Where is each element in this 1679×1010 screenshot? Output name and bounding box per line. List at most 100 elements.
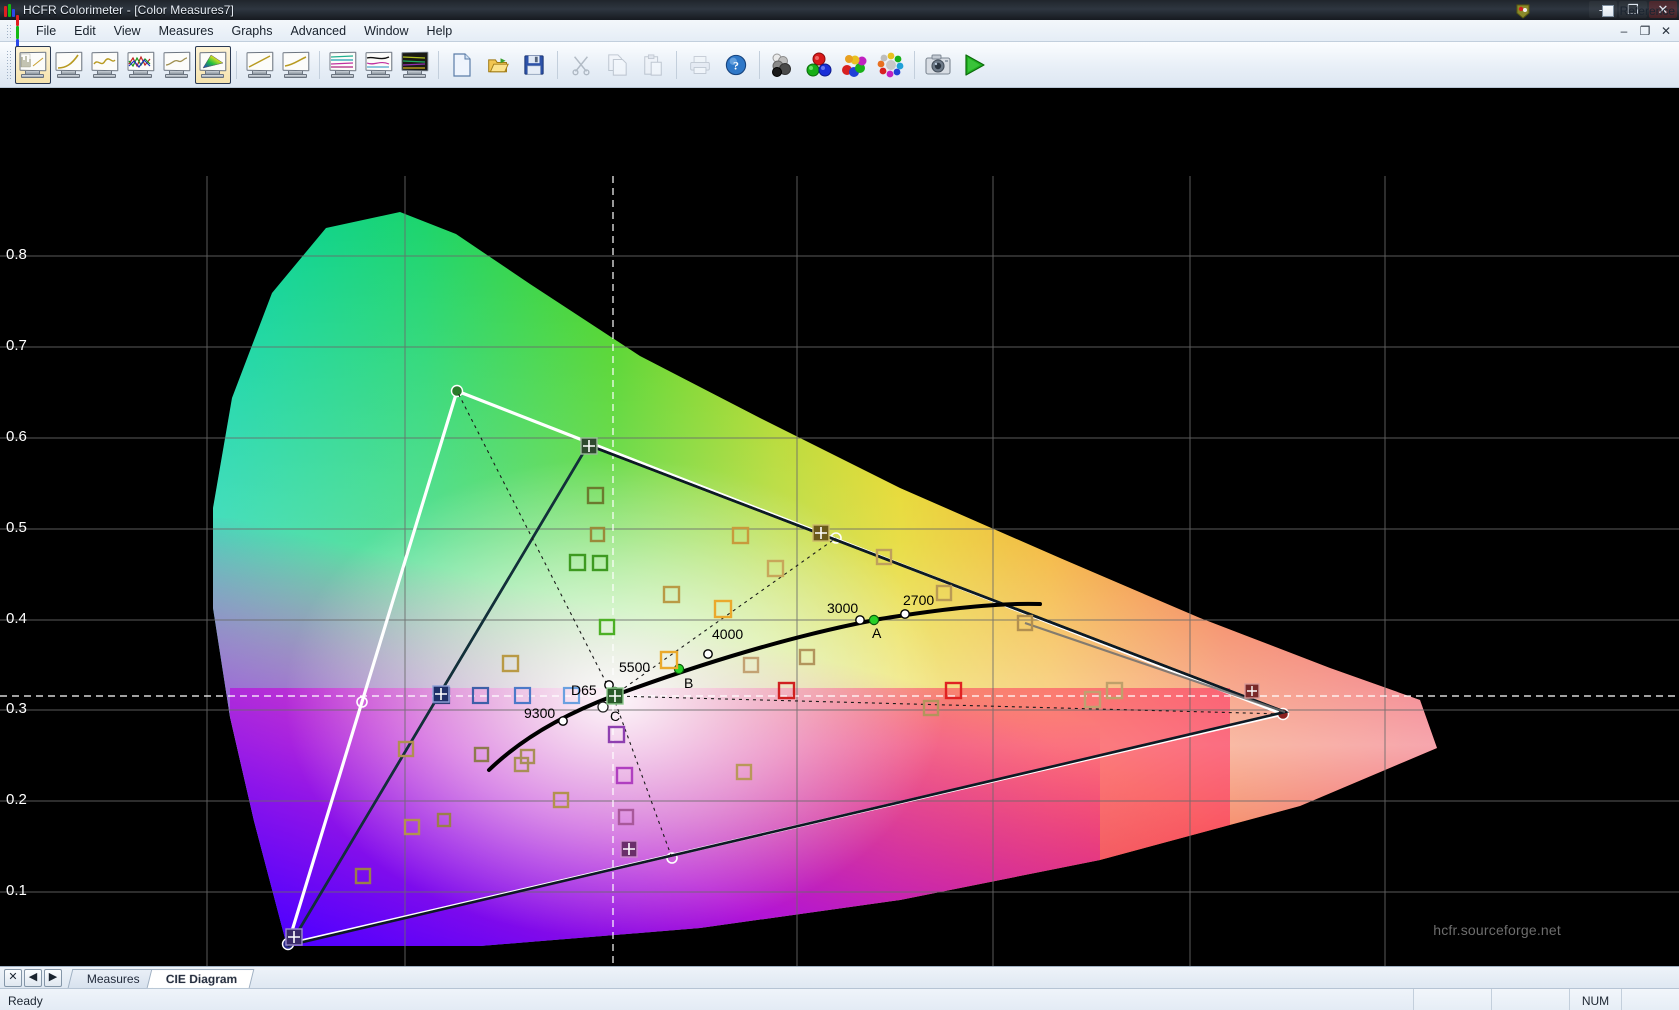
monitor-line-icon	[162, 51, 192, 78]
menu-edit[interactable]: Edit	[65, 22, 105, 40]
satur-lum-graph-button[interactable]	[242, 46, 278, 84]
near-black-graph-button[interactable]	[159, 46, 195, 84]
new-doc-icon	[453, 52, 471, 77]
toolbar-separator-5	[676, 50, 677, 79]
floppy-save-icon	[524, 54, 544, 75]
tab-cie-diagram[interactable]: CIE Diagram	[146, 969, 255, 988]
toolbar-grip-icon[interactable]	[6, 49, 11, 80]
monitor-wave-icon	[90, 51, 120, 78]
temp-label-5500: 5500	[619, 659, 651, 675]
statusbar: Ready NUM	[0, 988, 1679, 1010]
monitor-curve-icon	[54, 51, 84, 78]
menu-measures[interactable]: Measures	[150, 22, 223, 40]
color-wheel-spheres-icon	[877, 52, 904, 77]
play-green-icon	[965, 53, 985, 76]
gray-spheres-icon	[772, 53, 791, 77]
temp-label-9300: 9300	[524, 705, 556, 721]
status-panes: NUM	[1413, 989, 1679, 1010]
monitor-multi-icon	[126, 51, 156, 78]
mdi-close-button[interactable]: ✕	[1657, 23, 1675, 39]
monitor-slope2-icon	[281, 51, 311, 78]
copy-button	[599, 46, 635, 84]
question-mark-icon: ?	[725, 54, 747, 75]
tab-next-button[interactable]: ▶	[44, 968, 62, 987]
toolbar-separator-7	[914, 50, 915, 79]
monitor-multiline-icon	[328, 51, 358, 78]
cie-diagram-button[interactable]	[195, 45, 231, 84]
tab-cie-diagram-label: CIE Diagram	[165, 972, 237, 986]
tab-measures-label: Measures	[86, 972, 140, 986]
capture-sensor-button[interactable]	[920, 46, 956, 84]
history-graph-button[interactable]	[361, 46, 397, 84]
status-pane-2	[1491, 989, 1569, 1010]
mdi-minimize-button[interactable]: –	[1615, 23, 1633, 39]
toolbar-separator-4	[557, 50, 558, 79]
color-temp-graph-button[interactable]	[123, 46, 159, 84]
copy-icon	[608, 53, 627, 76]
saturation-measure-button[interactable]	[837, 46, 873, 84]
window-titlebar: HCFR Colorimeter - [Color Measures7] – ❐…	[0, 0, 1679, 20]
printer-icon	[690, 55, 710, 74]
menubar-grip-icon[interactable]	[6, 23, 11, 38]
reference-checkbox[interactable]	[1601, 5, 1614, 17]
monitor-history-icon	[364, 51, 394, 78]
scissors-icon	[572, 55, 590, 75]
menu-file[interactable]: File	[27, 22, 65, 40]
document-tabbar: ✕ ◀ ▶ Measures CIE Diagram Reference	[0, 4, 1679, 988]
illuminant-label-d65: D65	[571, 682, 597, 698]
status-pane-3	[1621, 989, 1679, 1010]
tab-prev-button[interactable]: ◀	[24, 968, 42, 987]
mdi-restore-button[interactable]: ❐	[1636, 23, 1654, 39]
gamma-graph-button[interactable]	[51, 46, 87, 84]
tab-measures[interactable]: Measures	[67, 969, 158, 988]
new-document-button[interactable]	[444, 46, 480, 84]
toolbar-separator-6	[759, 50, 760, 79]
temp-label-2700: 2700	[903, 592, 935, 608]
open-document-button[interactable]	[480, 46, 516, 84]
toolbar-separator-2	[319, 50, 320, 79]
monitor-cie-icon	[198, 51, 228, 78]
cut-button	[563, 46, 599, 84]
menu-view[interactable]: View	[105, 22, 150, 40]
reference-control-group: Reference	[1601, 0, 1675, 22]
menu-window[interactable]: Window	[355, 22, 417, 40]
measures-graph-button[interactable]	[325, 46, 361, 84]
tab-nav-controls: ✕ ◀ ▶	[2, 967, 64, 988]
svg-text:?: ?	[733, 58, 739, 72]
save-document-button[interactable]	[516, 46, 552, 84]
menu-help[interactable]: Help	[418, 22, 462, 40]
rgb-levels-graph-button[interactable]	[87, 46, 123, 84]
tab-strip: Measures CIE Diagram	[67, 967, 255, 988]
watermark-text: hcfr.sourceforge.net	[1433, 922, 1561, 938]
grayscale-measure-button[interactable]	[765, 46, 801, 84]
menu-advanced[interactable]: Advanced	[281, 22, 355, 40]
run-measure-button[interactable]	[956, 46, 992, 84]
paste-icon	[644, 53, 662, 76]
cie-diagram-chart[interactable]: 0.8 0.7 0.6 0.5 0.4 0.3 0.2 0.1 0.1 0.2 …	[0, 88, 1679, 966]
toolbar-separator	[236, 50, 237, 79]
menubar: File Edit View Measures Graphs Advanced …	[0, 14, 1679, 47]
illuminant-label-c: C	[610, 708, 621, 724]
status-num-indicator: NUM	[1569, 989, 1621, 1010]
status-message: Ready	[8, 993, 43, 1008]
color-spheres-icon	[842, 54, 867, 77]
sensor-icon[interactable]	[1515, 3, 1531, 19]
reference-label: Reference	[1619, 4, 1675, 18]
satur-shift-graph-button[interactable]	[278, 46, 314, 84]
main-toolbar: ?	[0, 42, 1679, 88]
menu-graphs[interactable]: Graphs	[222, 22, 281, 40]
full-measure-button[interactable]	[873, 46, 909, 84]
primaries-measure-button[interactable]	[801, 46, 837, 84]
paste-button	[635, 46, 671, 84]
temp-label-4000: 4000	[712, 626, 744, 642]
monitor-bars-icon	[18, 51, 48, 78]
toolbar-separator-3	[438, 50, 439, 79]
mdi-child-controls: – ❐ ✕	[1615, 23, 1675, 39]
luminance-graph-button[interactable]	[15, 45, 51, 84]
illuminant-label-a: A	[872, 625, 882, 641]
temp-label-3000: 3000	[827, 600, 859, 616]
spectrum-graph-button[interactable]	[397, 46, 433, 84]
status-pane-1	[1413, 989, 1491, 1010]
tab-close-button[interactable]: ✕	[4, 968, 22, 987]
help-button[interactable]: ?	[718, 46, 754, 84]
